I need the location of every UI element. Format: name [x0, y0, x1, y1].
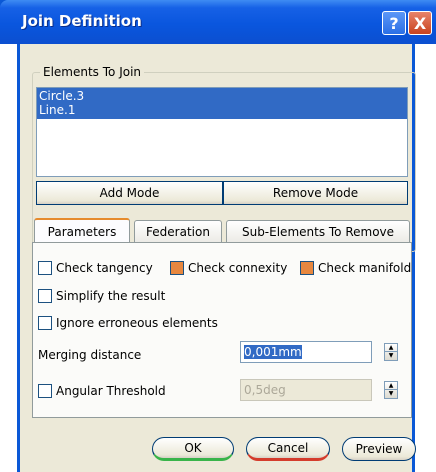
list-item[interactable]: Line.1 — [37, 103, 407, 117]
close-button[interactable]: X — [408, 11, 432, 35]
ignore-errors-row[interactable]: Ignore erroneous elements — [38, 316, 218, 330]
check-connexity-label: Check connexity — [188, 261, 288, 275]
add-mode-button[interactable]: Add Mode — [36, 181, 223, 205]
remove-mode-button[interactable]: Remove Mode — [223, 181, 408, 205]
list-item[interactable]: Circle.3 — [37, 89, 407, 103]
check-connexity-checkbox[interactable] — [170, 261, 184, 275]
spin-down-icon[interactable]: ▼ — [385, 352, 397, 360]
merging-distance-value: 0,001mm — [244, 345, 302, 359]
spin-up-icon[interactable]: ▲ — [385, 382, 397, 390]
elements-listbox[interactable]: Circle.3 Line.1 — [36, 87, 408, 177]
angular-threshold-label: Angular Threshold — [56, 384, 166, 398]
angular-threshold-input[interactable]: 0,5deg — [240, 379, 372, 401]
check-manifold-label: Check manifold — [318, 261, 412, 275]
ok-button[interactable]: OK — [152, 437, 234, 461]
check-connexity-row[interactable]: Check connexity — [170, 261, 287, 275]
check-tangency-row[interactable]: Check tangency — [38, 261, 153, 275]
preview-button[interactable]: Preview — [342, 437, 416, 461]
tab-federation[interactable]: Federation — [134, 220, 222, 242]
tab-parameters[interactable]: Parameters — [34, 218, 130, 243]
help-button[interactable]: ? — [382, 11, 406, 35]
simplify-row[interactable]: Simplify the result — [38, 289, 165, 303]
ignore-errors-label: Ignore erroneous elements — [56, 316, 218, 330]
angular-threshold-spinner[interactable]: ▲ ▼ — [384, 381, 398, 399]
angular-threshold-checkbox[interactable] — [38, 384, 52, 398]
join-definition-window: Join Definition ? X Elements To Join Cir… — [0, 0, 436, 472]
check-tangency-label: Check tangency — [56, 261, 153, 275]
ignore-errors-checkbox[interactable] — [38, 316, 52, 330]
check-manifold-row[interactable]: Check manifold — [300, 261, 411, 275]
tab-sub-elements-to-remove[interactable]: Sub-Elements To Remove — [226, 220, 410, 242]
simplify-label: Simplify the result — [56, 289, 166, 303]
merging-distance-label: Merging distance — [38, 348, 142, 362]
merging-distance-spinner[interactable]: ▲ ▼ — [384, 343, 398, 361]
title-bar[interactable]: Join Definition ? X — [0, 0, 436, 44]
angular-threshold-row[interactable]: Angular Threshold — [38, 384, 166, 398]
check-tangency-checkbox[interactable] — [38, 261, 52, 275]
spin-down-icon[interactable]: ▼ — [385, 390, 397, 398]
simplify-checkbox[interactable] — [38, 289, 52, 303]
spin-up-icon[interactable]: ▲ — [385, 344, 397, 352]
cancel-button[interactable]: Cancel — [246, 437, 330, 461]
merging-distance-input[interactable]: 0,001mm — [240, 341, 372, 363]
check-manifold-checkbox[interactable] — [300, 261, 314, 275]
elements-group-legend: Elements To Join — [40, 65, 145, 79]
left-border — [0, 44, 20, 472]
window-title: Join Definition — [22, 12, 142, 30]
selected-items: Circle.3 Line.1 — [37, 88, 407, 119]
